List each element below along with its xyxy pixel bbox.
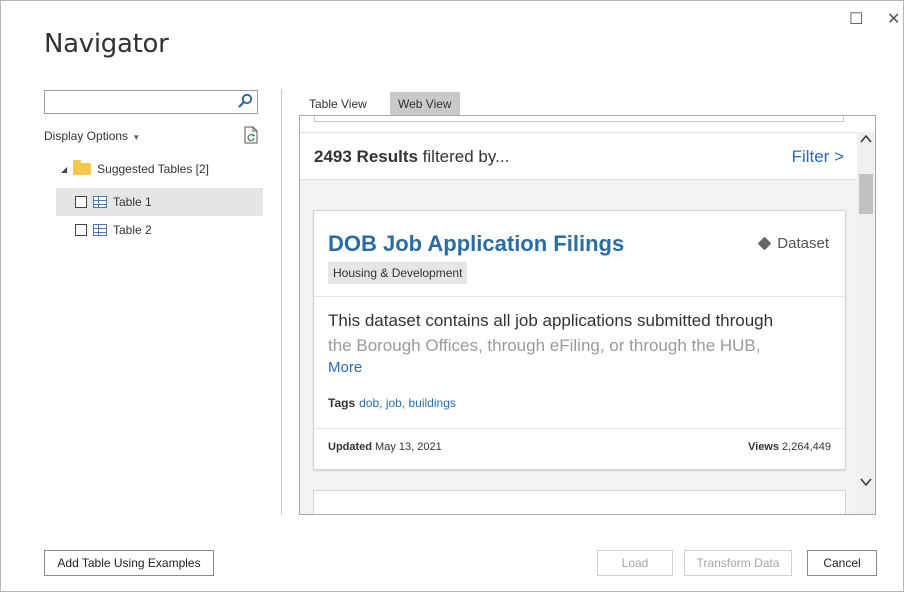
expand-triangle-icon[interactable]: ◢ xyxy=(61,165,67,174)
display-options-dropdown[interactable]: Display Options ▾ xyxy=(44,129,139,143)
tree-item-label: Table 2 xyxy=(113,223,152,237)
tree-node-suggested-tables[interactable]: ◢ Suggested Tables [2] xyxy=(61,160,210,176)
description-line-1: This dataset contains all job applicatio… xyxy=(328,311,774,330)
views-label: Views xyxy=(748,441,779,453)
next-result-card xyxy=(313,490,846,514)
tab-web-view[interactable]: Web View xyxy=(390,92,460,116)
navigator-dialog: ☐ ✕ Navigator Display Options ▾ ◢ Suggest… xyxy=(0,0,904,592)
dialog-title: Navigator xyxy=(44,29,169,59)
transform-data-button[interactable]: Transform Data xyxy=(684,550,792,576)
checkbox[interactable] xyxy=(75,224,87,236)
add-table-using-examples-button[interactable]: Add Table Using Examples xyxy=(44,550,214,576)
search-icon[interactable] xyxy=(237,93,253,109)
result-card: DOB Job Application Filings Dataset Hous… xyxy=(313,210,846,470)
description-line-2: the Borough Offices, through eFiling, or… xyxy=(328,336,761,355)
search-input[interactable] xyxy=(44,90,258,114)
more-link[interactable]: More xyxy=(328,359,362,376)
updated-info: Updated May 13, 2021 xyxy=(328,441,442,453)
category-badge[interactable]: Housing & Development xyxy=(328,262,468,284)
tags-value[interactable]: dob, job, buildings xyxy=(359,396,456,410)
refresh-icon[interactable] xyxy=(243,126,259,144)
scroll-up-icon[interactable] xyxy=(860,134,872,144)
results-feed: DOB Job Application Filings Dataset Hous… xyxy=(300,180,858,514)
chevron-down-icon: ▾ xyxy=(134,132,139,142)
tags-label: Tags xyxy=(328,396,356,410)
results-bar: 2493 Results filtered by... Filter > xyxy=(300,132,858,180)
tree-item-table-2[interactable]: Table 2 xyxy=(56,216,263,244)
results-count: 2493 Results xyxy=(314,147,418,166)
vertical-scrollbar[interactable] xyxy=(857,132,875,514)
views-value: 2,264,449 xyxy=(779,441,831,453)
scrollbar-thumb[interactable] xyxy=(859,174,873,214)
filter-link[interactable]: Filter > xyxy=(792,147,844,167)
load-button[interactable]: Load xyxy=(597,550,673,576)
results-summary: 2493 Results filtered by... xyxy=(314,147,509,167)
page-top-edge xyxy=(314,116,844,122)
tags-row: Tags dob, job, buildings xyxy=(328,396,456,410)
tree-item-label: Table 1 xyxy=(113,195,152,209)
panel-divider[interactable] xyxy=(281,89,282,515)
dataset-type-label: Dataset xyxy=(777,235,829,252)
table-icon xyxy=(93,224,107,236)
tree-item-table-1[interactable]: Table 1 xyxy=(56,188,263,216)
dataset-description: This dataset contains all job applicatio… xyxy=(328,308,833,358)
maximize-icon[interactable]: ☐ xyxy=(849,9,863,29)
tree-node-label: Suggested Tables [2] xyxy=(97,162,210,176)
card-divider xyxy=(314,428,845,429)
close-icon[interactable]: ✕ xyxy=(887,9,900,29)
folder-icon xyxy=(73,160,92,175)
dataset-type: Dataset xyxy=(757,235,829,252)
web-view-pane: 2493 Results filtered by... Filter > DOB… xyxy=(299,115,876,515)
checkbox[interactable] xyxy=(75,196,87,208)
updated-label: Updated xyxy=(328,441,372,453)
table-icon xyxy=(93,196,107,208)
dataset-title-link[interactable]: DOB Job Application Filings xyxy=(328,231,624,257)
cancel-button[interactable]: Cancel xyxy=(807,550,877,576)
display-options-label: Display Options xyxy=(44,129,129,143)
scroll-down-icon[interactable] xyxy=(860,477,872,487)
tab-table-view[interactable]: Table View xyxy=(301,92,375,116)
dataset-cube-icon xyxy=(757,236,772,251)
updated-value: May 13, 2021 xyxy=(372,441,442,453)
card-divider xyxy=(314,296,845,297)
results-suffix: filtered by... xyxy=(417,147,510,166)
views-info: Views 2,264,449 xyxy=(748,441,831,453)
